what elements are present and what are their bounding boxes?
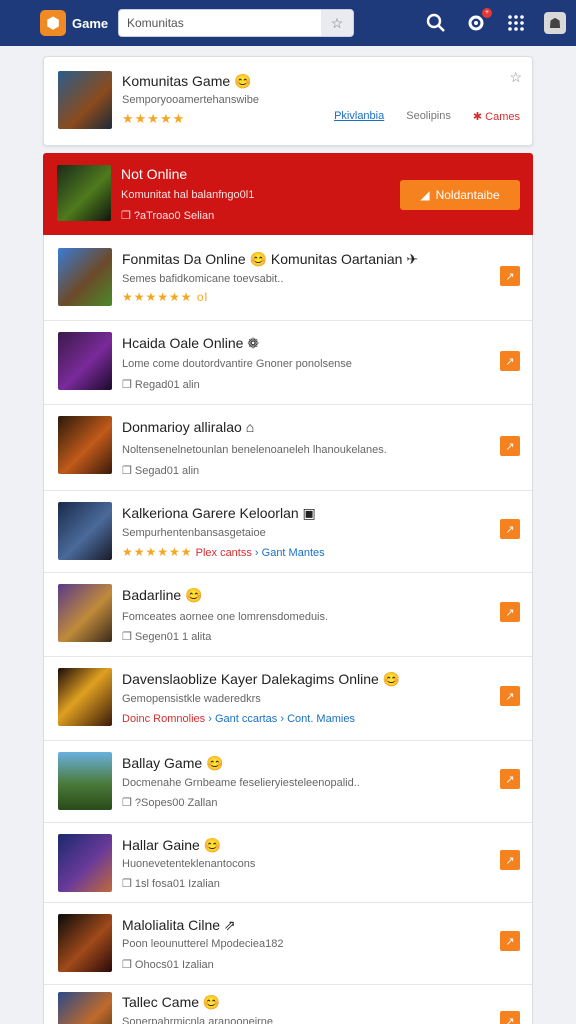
list-item-title: Malolialita Cilne ⇗: [122, 917, 236, 933]
list-item-meta: ❐ Segad01 alin: [122, 465, 200, 477]
featured-subtitle: Semporyooamertehanswibe: [122, 94, 259, 106]
list-item-subtitle: Docmenahe Grnbeame feselieryiesteleenopa…: [122, 777, 360, 789]
featured-title: Komunitas Game 😊: [122, 73, 252, 89]
list-item-thumbnail: [58, 992, 112, 1024]
apps-grid-icon[interactable]: [504, 11, 528, 35]
list-item[interactable]: Tallec Came 😊 Sonerpahrmicnla aranooneir…: [44, 985, 532, 1024]
list-item-title: Badarline 😊: [122, 587, 203, 603]
list-item-subtitle: Poon leounutterel Mpodeciea182: [122, 938, 284, 950]
list-item-rating: ★★★★★★: [122, 545, 193, 559]
arrow-right-icon[interactable]: ↗: [500, 351, 520, 371]
highlight-subtitle: Komunitat hal balanfngo0l1: [121, 189, 255, 201]
list-item-title: Donmarioy alliralao ⌂: [122, 419, 255, 435]
game-list: Fonmitas Da Online 😊 Komunitas Oartanian…: [43, 235, 533, 1024]
featured-links: Pkivlanbia Seolipins ✱ Cames: [334, 110, 520, 123]
list-item-thumbnail: [58, 416, 112, 474]
list-item-subtitle: Noltensenelnetounlan benelenoaneleh lhan…: [122, 444, 387, 456]
list-item-thumbnail: [58, 834, 112, 892]
list-item-subtitle: Sempurhentenbansasgetaioe: [122, 527, 266, 539]
list-item-tag[interactable]: › Gant ccartas: [208, 713, 277, 725]
list-item-subtitle: Lome come doutordvantire Gnoner ponolsen…: [122, 358, 352, 370]
settings-icon[interactable]: +: [464, 8, 492, 35]
arrow-right-icon[interactable]: ↗: [500, 1011, 520, 1024]
app-logo-icon[interactable]: ⬢: [40, 10, 66, 36]
list-item-meta: ❐ Regad01 alin: [122, 379, 200, 391]
list-item[interactable]: Kalkeriona Garere Keloorlan ▣ Sempurhent…: [44, 491, 532, 573]
list-item-title: Hallar Gaine 😊: [122, 837, 222, 853]
highlight-meta: ❐ ?aTroao0 Selian: [121, 210, 215, 222]
highlight-title: Not Online: [121, 166, 188, 182]
list-item-title: Fonmitas Da Online 😊 Komunitas Oartanian…: [122, 251, 419, 267]
arrow-right-icon[interactable]: ↗: [500, 850, 520, 870]
search-box: ☆: [118, 9, 354, 37]
top-icons: + ☗: [424, 8, 566, 35]
arrow-right-icon[interactable]: ↗: [500, 266, 520, 286]
search-favorite-icon[interactable]: ☆: [321, 10, 353, 36]
search-icon[interactable]: [424, 11, 448, 35]
top-bar: ⬢ Game ☆ + ☗: [0, 0, 576, 46]
list-item-thumbnail: [58, 502, 112, 560]
featured-rating: ★★★★★: [122, 111, 186, 126]
list-item-title: Hcaida Oale Online ❁: [122, 335, 260, 351]
list-item[interactable]: Badarline 😊 Fomceates aornee one lomrens…: [44, 573, 532, 657]
arrow-right-icon[interactable]: ↗: [500, 602, 520, 622]
featured-link-secondary[interactable]: Seolipins: [406, 110, 451, 123]
arrow-right-icon[interactable]: ↗: [500, 769, 520, 789]
list-item-thumbnail: [58, 248, 112, 306]
list-item-meta: ★★★★★★ Plex cantss › Gant Mantes: [122, 545, 325, 559]
list-item[interactable]: Malolialita Cilne ⇗ Poon leounutterel Mp…: [44, 903, 532, 985]
list-item[interactable]: Donmarioy alliralao ⌂ Noltensenelnetounl…: [44, 405, 532, 491]
flame-icon: ◢: [420, 188, 430, 202]
list-item-meta: Doinc Romnolies › Gant ccartas › Cont. M…: [122, 713, 355, 725]
list-item[interactable]: Ballay Game 😊 Docmenahe Grnbeame feselie…: [44, 741, 532, 823]
highlight-thumbnail: [57, 165, 111, 221]
avatar[interactable]: ☗: [544, 12, 566, 34]
list-item[interactable]: Davenslaoblize Kayer Dalekagims Online 😊…: [44, 657, 532, 741]
list-item-thumbnail: [58, 914, 112, 972]
list-item-subtitle: Semes bafidkomicane toevsabit..: [122, 273, 284, 285]
brand-label: Game: [72, 15, 109, 31]
list-item-title: Tallec Came 😊: [122, 994, 221, 1010]
featured-thumbnail: [58, 71, 112, 129]
arrow-right-icon[interactable]: ↗: [500, 436, 520, 456]
highlight-card[interactable]: Not Online Komunitat hal balanfngo0l1 ❐ …: [43, 153, 533, 235]
list-item-thumbnail: [58, 668, 112, 726]
featured-card[interactable]: Komunitas Game 😊 Semporyooamertehanswibe…: [43, 56, 533, 146]
arrow-right-icon[interactable]: ↗: [500, 686, 520, 706]
search-input[interactable]: [119, 10, 321, 36]
featured-link-primary[interactable]: Pkivlanbia: [334, 110, 384, 123]
list-item-title: Kalkeriona Garere Keloorlan ▣: [122, 505, 316, 521]
highlight-button-label: Noldantaibe: [435, 188, 500, 202]
list-item[interactable]: Fonmitas Da Online 😊 Komunitas Oartanian…: [44, 235, 532, 321]
list-item-thumbnail: [58, 332, 112, 390]
featured-link-games[interactable]: ✱ Cames: [473, 110, 520, 123]
list-item-meta: ❐ Segen01 1 alita: [122, 631, 212, 643]
notification-badge: +: [482, 8, 492, 18]
highlight-action-button[interactable]: ◢ Noldantaibe: [400, 180, 520, 210]
arrow-right-icon[interactable]: ↗: [500, 931, 520, 951]
favorite-star-icon[interactable]: ☆: [509, 69, 522, 86]
list-item-meta: ❐ ?Sopes00 Zallan: [122, 797, 218, 809]
list-item-subtitle: Huonevetenteklenantocons: [122, 858, 256, 870]
list-item-rating: ★★★★★★ ol: [122, 290, 209, 304]
list-item[interactable]: Hallar Gaine 😊 Huonevetenteklenantocons …: [44, 823, 532, 903]
list-item-tag[interactable]: Plex cantss: [196, 547, 252, 559]
list-item-thumbnail: [58, 752, 112, 810]
arrow-right-icon[interactable]: ↗: [500, 519, 520, 539]
list-item-tag[interactable]: › Gant Mantes: [255, 547, 325, 559]
list-item-subtitle: Sonerpahrmicnla aranooneirne: [122, 1016, 274, 1024]
list-item-title: Ballay Game 😊: [122, 755, 224, 771]
list-item-thumbnail: [58, 584, 112, 642]
list-item-meta: ❐ Ohocs01 Izalian: [122, 959, 214, 971]
list-item-meta: ❐ 1sl fosa01 Izalian: [122, 878, 220, 890]
list-item-tag[interactable]: › Cont. Mamies: [280, 713, 355, 725]
list-item-subtitle: Gemopensistkle waderedkrs: [122, 693, 261, 705]
list-item-subtitle: Fomceates aornee one lomrensdomeduis.: [122, 611, 329, 623]
list-item[interactable]: Hcaida Oale Online ❁ Lome come doutordva…: [44, 321, 532, 405]
list-item-title: Davenslaoblize Kayer Dalekagims Online 😊: [122, 671, 401, 687]
list-item-tag[interactable]: Doinc Romnolies: [122, 713, 205, 725]
